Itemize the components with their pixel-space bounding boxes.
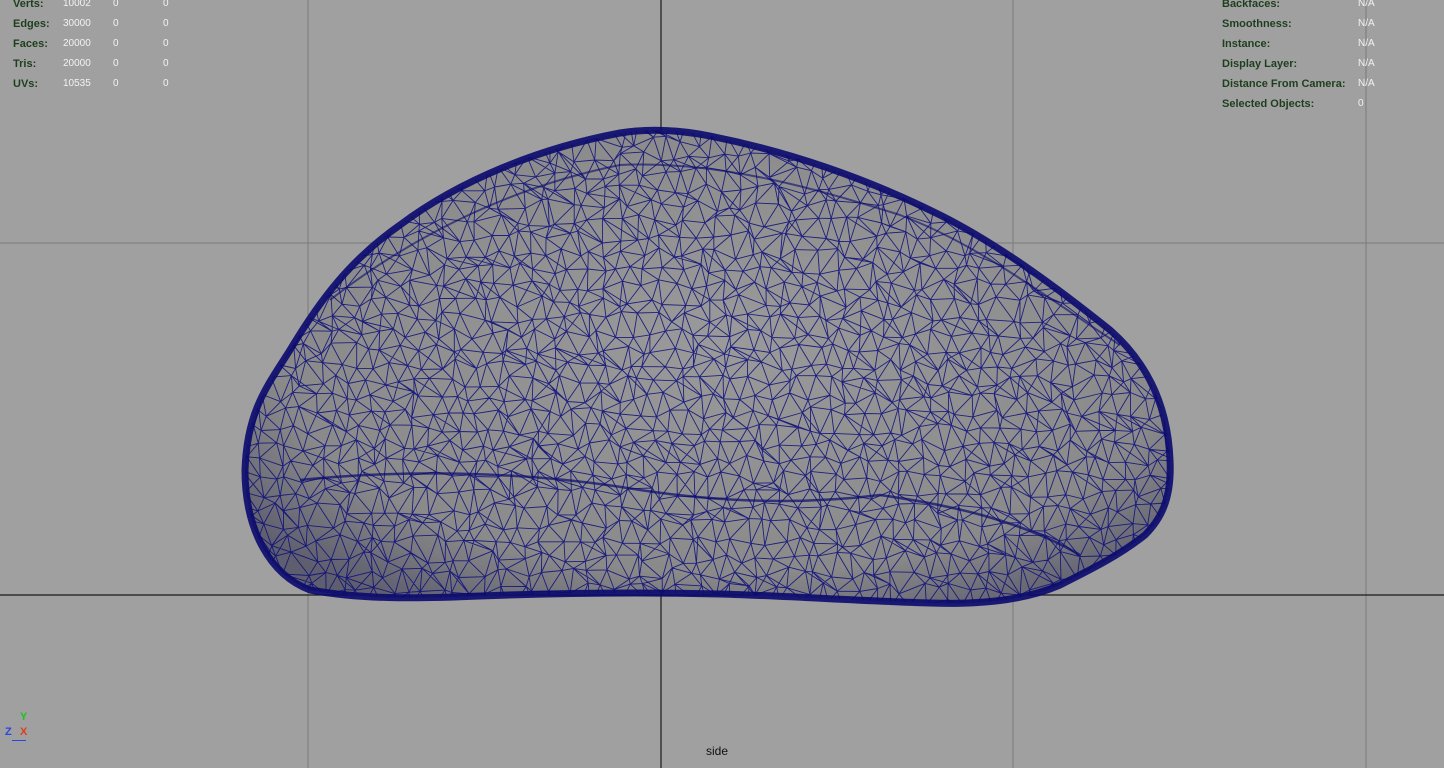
viewport-canvas[interactable] bbox=[0, 0, 1444, 768]
stat-total-value: 20000 bbox=[63, 58, 91, 69]
stat-extra-value: 0 bbox=[163, 0, 169, 9]
mesh-object[interactable] bbox=[234, 119, 1198, 628]
info-label: Instance: bbox=[1222, 38, 1271, 50]
info-label: Smoothness: bbox=[1222, 18, 1292, 30]
info-label: Selected Objects: bbox=[1222, 98, 1315, 110]
info-label: Distance From Camera: bbox=[1222, 78, 1346, 90]
side-viewport[interactable]: Verts: 10002 0 0 Edges: 30000 0 0 Faces: 20000 0 0 T… bbox=[0, 0, 1444, 768]
info-value: N/A bbox=[1358, 78, 1375, 89]
stat-label: Faces: bbox=[13, 38, 48, 50]
stat-total-value: 30000 bbox=[63, 18, 91, 29]
stat-total-value: 10535 bbox=[63, 78, 91, 89]
axis-indicator-icon: Y Z X bbox=[4, 710, 34, 746]
stat-label: Tris: bbox=[13, 58, 37, 70]
info-label: Backfaces: bbox=[1222, 0, 1281, 10]
stat-selected-value: 0 bbox=[113, 18, 119, 29]
stat-extra-value: 0 bbox=[163, 38, 169, 49]
camera-name-label: side bbox=[706, 744, 729, 758]
stat-extra-value: 0 bbox=[163, 58, 169, 69]
info-value: N/A bbox=[1358, 38, 1375, 49]
axis-line bbox=[12, 740, 26, 741]
info-value: N/A bbox=[1358, 0, 1375, 9]
stat-selected-value: 0 bbox=[113, 58, 119, 69]
stat-extra-value: 0 bbox=[163, 78, 169, 89]
stat-label: Verts: bbox=[13, 0, 44, 10]
stat-total-value: 10002 bbox=[63, 0, 91, 9]
info-value: 0 bbox=[1358, 98, 1364, 109]
axis-z-label: Z bbox=[5, 726, 12, 738]
axis-y-label: Y bbox=[20, 711, 28, 723]
stat-total-value: 20000 bbox=[63, 38, 91, 49]
info-label: Display Layer: bbox=[1222, 58, 1298, 70]
stat-label: Edges: bbox=[13, 18, 50, 30]
axis-x-label: X bbox=[20, 726, 28, 738]
stat-label: UVs: bbox=[13, 78, 39, 90]
stat-extra-value: 0 bbox=[163, 18, 169, 29]
stat-selected-value: 0 bbox=[113, 38, 119, 49]
stat-selected-value: 0 bbox=[113, 78, 119, 89]
info-value: N/A bbox=[1358, 58, 1375, 69]
info-value: N/A bbox=[1358, 18, 1375, 29]
stat-selected-value: 0 bbox=[113, 0, 119, 9]
